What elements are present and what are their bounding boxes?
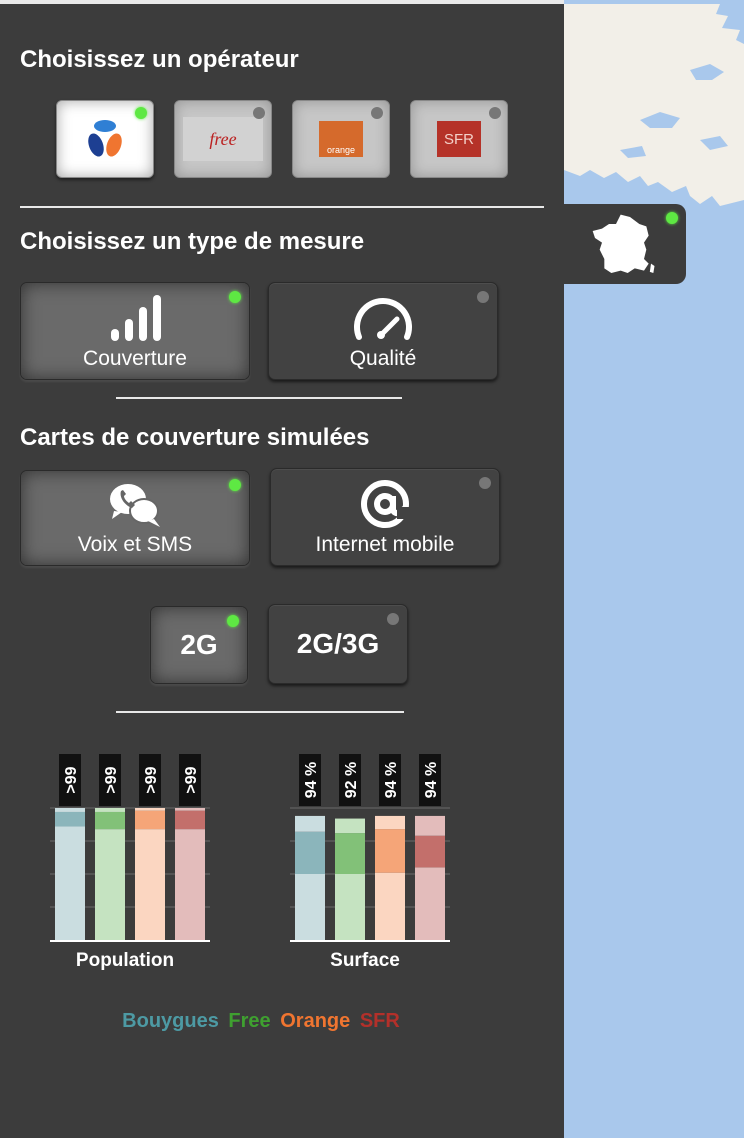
quality-label: Qualité <box>349 347 417 370</box>
surface-bar-sfr-0 <box>415 867 445 940</box>
surface-data-label-text: 94 % <box>383 762 400 798</box>
internet-mobile-led <box>479 477 491 489</box>
population-bar-free-2 <box>95 808 125 812</box>
surface-bar-sfr-1 <box>415 835 445 868</box>
surface-data-label-text: 92 % <box>343 762 360 798</box>
population-data-label-orange: >99 <box>139 754 161 806</box>
sfr-logo-icon: SFR <box>437 121 481 157</box>
population-data-label-text: >99 <box>183 766 200 793</box>
quality-led <box>477 291 489 303</box>
population-bar-bouygues-1 <box>55 811 85 827</box>
internet-mobile-label: Internet mobile <box>315 533 455 556</box>
operator-button-free[interactable]: free <box>174 100 272 178</box>
surface-chart-title: Surface <box>330 950 400 971</box>
surface-data-label-text: 94 % <box>303 762 320 798</box>
population-bar-orange-2 <box>135 808 165 811</box>
orange-logo-text: orange <box>326 145 356 155</box>
population-data-label-free: >99 <box>99 754 121 806</box>
operator-led-sfr <box>489 107 501 119</box>
operator-button-bouygues[interactable] <box>56 100 154 178</box>
population-data-label-bouygues: >99 <box>59 754 81 806</box>
tech-2g3g-label: 2G/3G <box>296 628 380 659</box>
legend-free: Free <box>228 1010 271 1032</box>
legend-bouygues: Bouygues <box>122 1010 219 1032</box>
coverage-led <box>229 291 241 303</box>
surface-bar-bouygues-0 <box>295 874 325 940</box>
operator-button-sfr[interactable]: SFR <box>410 100 508 178</box>
population-bar-bouygues-2 <box>55 808 85 812</box>
population-bar-bouygues-0 <box>55 826 85 940</box>
divider-3 <box>116 711 404 713</box>
internet-mobile-button[interactable]: Internet mobile <box>270 468 500 566</box>
at-sign-icon <box>361 480 411 528</box>
surface-bar-bouygues-2 <box>295 815 325 832</box>
operator-button-orange[interactable]: orange <box>292 100 390 178</box>
population-bar-free-1 <box>95 811 125 830</box>
divider-2 <box>116 397 402 399</box>
surface-bar-orange-1 <box>375 829 405 873</box>
population-chart: >99 >99 >99 >99 <box>50 754 210 942</box>
bouygues-logo-icon <box>88 120 122 157</box>
population-data-label-text: >99 <box>103 766 120 793</box>
voice-sms-label: Voix et SMS <box>77 533 193 556</box>
surface-data-label-sfr: 94 % <box>419 754 441 806</box>
divider-1 <box>20 206 544 208</box>
sfr-logo-text: SFR <box>444 130 474 148</box>
france-map-icon <box>592 214 655 273</box>
population-bar-sfr-2 <box>175 808 205 811</box>
surface-bar-free-2 <box>335 818 365 834</box>
measure-heading: Choisissez un type de mesure <box>20 228 365 255</box>
france-view-button[interactable] <box>564 204 686 284</box>
surface-data-label-free: 92 % <box>339 754 361 806</box>
coverage-button[interactable]: Couverture <box>20 282 250 380</box>
operator-led-orange <box>371 107 383 119</box>
population-bar-free-0 <box>95 829 125 940</box>
gauge-icon <box>354 298 412 340</box>
surface-chart: 94 % 92 % 94 % 94 % <box>290 754 450 942</box>
tech-2g3g-led <box>387 613 399 625</box>
quality-button[interactable]: Qualité <box>268 282 498 380</box>
free-logo-icon: free <box>183 117 263 161</box>
side-panel: Choisissez un opérateur free orange SFR … <box>0 4 564 1138</box>
chat-phone-icon <box>110 484 160 527</box>
free-logo-text: free <box>209 128 237 149</box>
surface-data-label-orange: 94 % <box>379 754 401 806</box>
population-bar-sfr-1 <box>175 810 205 830</box>
simulated-heading: Cartes de couverture simulées <box>20 424 370 451</box>
population-data-label-sfr: >99 <box>179 754 201 806</box>
orange-logo-icon: orange <box>319 121 363 157</box>
population-data-label-text: >99 <box>63 766 80 793</box>
surface-bar-free-0 <box>335 874 365 940</box>
surface-data-label-text: 94 % <box>423 762 440 798</box>
surface-data-label-bouygues: 94 % <box>299 754 321 806</box>
surface-bar-bouygues-1 <box>295 831 325 874</box>
tech-2g-button[interactable]: 2G <box>150 606 248 684</box>
population-bar-orange-1 <box>135 810 165 830</box>
surface-bar-orange-2 <box>375 815 405 830</box>
population-bar-sfr-0 <box>175 829 205 940</box>
operator-led-free <box>253 107 265 119</box>
france-status-led <box>666 212 678 224</box>
tech-2g3g-button[interactable]: 2G/3G <box>268 604 408 684</box>
voice-sms-button[interactable]: Voix et SMS <box>20 470 250 566</box>
voice-sms-led <box>229 479 241 491</box>
legend-orange: Orange <box>280 1010 351 1032</box>
population-bar-orange-0 <box>135 829 165 940</box>
operator-heading: Choisissez un opérateur <box>20 46 299 73</box>
operator-led-bouygues <box>135 107 147 119</box>
legend-sfr: SFR <box>359 1010 400 1032</box>
surface-bar-orange-0 <box>375 872 405 940</box>
signal-bars-icon <box>111 295 161 341</box>
chart-legend: Bouygues Free Orange SFR <box>0 1010 522 1033</box>
surface-bar-free-1 <box>335 833 365 874</box>
surface-bar-sfr-2 <box>415 815 445 836</box>
population-chart-title: Population <box>75 950 175 971</box>
tech-2g-label: 2G <box>180 629 218 660</box>
coverage-label: Couverture <box>83 347 187 370</box>
population-data-label-text: >99 <box>143 766 160 793</box>
tech-2g-led <box>227 615 239 627</box>
